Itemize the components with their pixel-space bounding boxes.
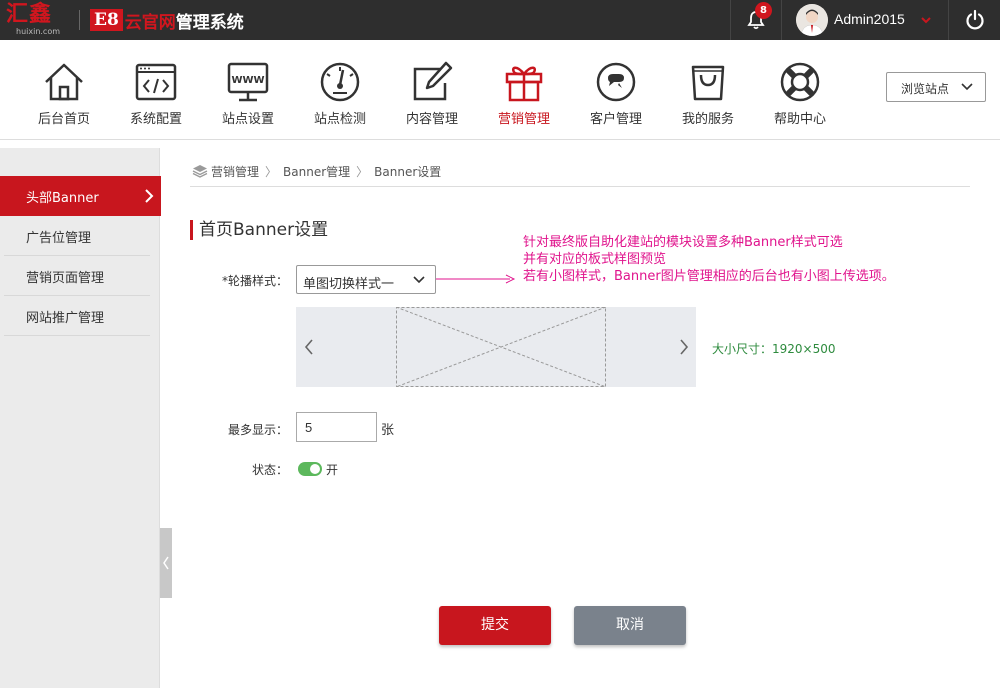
sidebar: 头部Banner 广告位管理 营销页面管理 网站推广管理 <box>0 148 161 688</box>
breadcrumb-divider <box>190 186 970 187</box>
banner-size-text: 大小尺寸：1920×500 <box>712 342 836 356</box>
max-display-unit: 张 <box>381 423 395 438</box>
section-title: 首页Banner设置 <box>190 220 328 240</box>
sidebar-collapse-handle[interactable] <box>160 528 172 598</box>
gauge-icon <box>320 62 360 102</box>
notification-badge: 8 <box>755 2 772 19</box>
avatar[interactable] <box>796 4 828 36</box>
nav-item-my-service[interactable]: 我的服务 <box>662 40 754 140</box>
breadcrumb: 营销管理 〉 Banner管理 〉 Banner设置 <box>192 162 441 180</box>
nav-item-label: 站点检测 <box>313 112 366 127</box>
system-name-rest: 管理系统 <box>175 12 244 33</box>
breadcrumb-separator: 〉 <box>265 164 278 179</box>
logo[interactable]: 汇鑫 huixin.com <box>6 3 70 37</box>
nav-item-marketing[interactable]: 营销管理 <box>478 40 570 140</box>
chevron-down-icon <box>961 83 973 91</box>
chevron-right-icon <box>145 189 154 203</box>
annotation-line: 并有对应的板式样图预览 <box>523 252 667 267</box>
code-window-icon <box>135 63 177 101</box>
chevron-left-icon <box>304 339 313 355</box>
banner-style-preview <box>296 307 696 387</box>
nav-item-system-config[interactable]: 系统配置 <box>110 40 202 140</box>
sidebar-item-label: 营销页面管理 <box>26 271 105 286</box>
carousel-style-label: *轮播样式： <box>221 274 288 288</box>
chevron-down-icon <box>413 276 425 284</box>
browse-site-label: 浏览站点 <box>901 82 950 96</box>
home-icon <box>45 63 83 101</box>
chevron-right-icon <box>680 339 689 355</box>
bag-icon <box>691 65 725 101</box>
annotation-line: 若有小图样式，Banner图片管理相应的后台也有小图上传选项。 <box>523 269 895 284</box>
nav-item-label: 系统配置 <box>129 112 182 127</box>
main-nav: 后台首页 系统配置 WWW 站点设置 站点检测 内容管理 营销管理 客户管理 我… <box>0 40 1000 140</box>
breadcrumb-item[interactable]: Banner管理 <box>283 163 350 180</box>
sidebar-item-site-promotion[interactable]: 网站推广管理 <box>4 296 150 336</box>
logo-text: 汇鑫 <box>6 2 53 27</box>
breadcrumb-item-current: Banner设置 <box>374 164 442 179</box>
gift-icon <box>505 66 543 102</box>
edit-icon <box>413 61 453 101</box>
nav-item-label: 内容管理 <box>405 112 458 127</box>
sidebar-item-ad-slots[interactable]: 广告位管理 <box>4 216 150 256</box>
nav-item-site-check[interactable]: 站点检测 <box>294 40 386 140</box>
sidebar-item-header-banner[interactable]: 头部Banner <box>0 176 161 216</box>
nav-item-help[interactable]: 帮助中心 <box>754 40 846 140</box>
status-label: 状态： <box>251 463 288 477</box>
username[interactable]: Admin2015 <box>834 11 905 27</box>
max-display-label: 最多显示： <box>227 423 288 437</box>
sidebar-item-label: 网站推广管理 <box>26 311 105 326</box>
sidebar-item-label: 广告位管理 <box>26 231 92 246</box>
nav-item-customer[interactable]: 客户管理 <box>570 40 662 140</box>
annotation-line: 针对最终版自助化建站的模块设置多种Banner样式可选 <box>523 235 843 250</box>
sidebar-item-marketing-pages[interactable]: 营销页面管理 <box>4 256 150 296</box>
logo-domain: huixin.com <box>16 27 61 36</box>
chat-icon <box>596 62 636 102</box>
logout-button[interactable] <box>948 0 1000 40</box>
user-avatar-icon <box>796 4 828 36</box>
carousel-style-select[interactable]: 单图切换样式一 <box>296 265 436 294</box>
system-name-yun: 云官网 <box>124 12 176 33</box>
logo-divider <box>79 10 80 30</box>
nav-item-label: 站点设置 <box>221 112 274 127</box>
system-name: E8 云官网 管理系统 <box>90 8 244 33</box>
status-toggle-label: 开 <box>326 463 339 477</box>
submit-button[interactable]: 提交 <box>439 606 551 645</box>
svg-text:WWW: WWW <box>231 75 264 86</box>
nav-item-content[interactable]: 内容管理 <box>386 40 478 140</box>
chevron-down-icon[interactable] <box>921 16 931 24</box>
system-name-e8: E8 <box>90 9 123 31</box>
status-toggle[interactable] <box>298 462 322 476</box>
top-bar: 汇鑫 huixin.com E8 云官网 管理系统 8 Admin2015 <box>0 0 1000 40</box>
image-placeholder-icon <box>396 307 606 387</box>
nav-item-label: 营销管理 <box>497 112 550 127</box>
power-icon <box>966 9 984 30</box>
nav-item-label: 我的服务 <box>681 112 734 127</box>
nav-item-site-settings[interactable]: WWW 站点设置 <box>202 40 294 140</box>
annotation-arrow <box>436 274 516 284</box>
www-monitor-icon: WWW <box>227 62 269 102</box>
max-display-input[interactable] <box>296 412 377 442</box>
nav-item-label: 客户管理 <box>589 112 642 127</box>
cancel-button[interactable]: 取消 <box>574 606 686 645</box>
nav-item-label: 后台首页 <box>37 112 90 127</box>
notification-button[interactable]: 8 <box>730 0 782 40</box>
layers-icon <box>192 165 208 178</box>
breadcrumb-separator: 〉 <box>356 164 369 179</box>
chevron-left-icon <box>163 556 169 570</box>
breadcrumb-item[interactable]: 营销管理 <box>211 163 259 180</box>
carousel-style-value: 单图切换样式一 <box>303 277 395 292</box>
lifebuoy-icon <box>780 62 820 102</box>
design-annotation: 针对最终版自助化建站的模块设置多种Banner样式可选 并有对应的板式样图预览 … <box>523 234 895 285</box>
nav-item-home[interactable]: 后台首页 <box>18 40 110 140</box>
nav-item-label: 帮助中心 <box>773 112 826 127</box>
sidebar-item-label: 头部Banner <box>26 191 99 206</box>
browse-site-dropdown[interactable]: 浏览站点 <box>886 72 986 102</box>
